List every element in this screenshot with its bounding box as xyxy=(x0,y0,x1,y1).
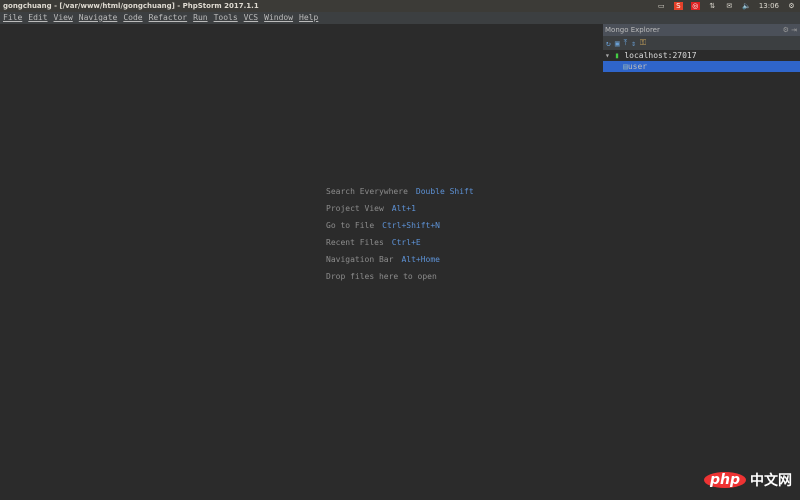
hide-panel-icon[interactable]: ⇥ xyxy=(791,26,797,34)
hint-search-everywhere: Search Everywhere Double Shift xyxy=(326,187,474,196)
stop-icon[interactable]: ▣ xyxy=(615,39,620,48)
menu-run[interactable]: Run xyxy=(193,12,207,24)
mail-icon[interactable]: ✉ xyxy=(725,2,734,10)
menu-bar: File Edit View Navigate Code Refactor Ru… xyxy=(0,12,800,24)
menu-file[interactable]: File xyxy=(3,12,22,24)
menu-code[interactable]: Code xyxy=(123,12,142,24)
settings-icon[interactable]: ⚙ xyxy=(783,26,789,34)
drop-files-hint: Drop files here to open xyxy=(326,272,437,281)
editor-empty-area[interactable] xyxy=(0,24,602,500)
menu-help[interactable]: Help xyxy=(299,12,318,24)
watermark-logo: php 中文网 xyxy=(703,470,792,490)
server-status-icon: ▮ xyxy=(614,51,620,60)
volume-icon[interactable]: 🔈 xyxy=(742,2,751,10)
tree-server-node[interactable]: ▾ ▮ localhost:27017 xyxy=(603,50,800,61)
menu-navigate[interactable]: Navigate xyxy=(79,12,118,24)
netease-music-icon[interactable]: ◎ xyxy=(690,2,700,10)
expand-arrow-icon[interactable]: ▾ xyxy=(605,51,610,60)
sogou-icon[interactable]: S xyxy=(673,2,683,10)
server-config-icon[interactable]: ⚿ xyxy=(640,38,646,48)
panel-title: Mongo Explorer xyxy=(605,26,660,34)
menu-vcs[interactable]: VCS xyxy=(244,12,258,24)
mongo-explorer-panel: Mongo Explorer ⚙ ⇥ ↻ ▣ ⤒ ⇕ ⚿ ▾ ▮ localhos… xyxy=(602,24,800,500)
clock[interactable]: 13:06 xyxy=(759,2,779,10)
tree-database-node[interactable]: ▤user xyxy=(603,61,800,72)
system-tray: ▭ S ◎ ⇅ ✉ 🔈 13:06 ⚙ xyxy=(657,0,796,12)
power-gear-icon[interactable]: ⚙ xyxy=(787,2,796,10)
server-tree: ▾ ▮ localhost:27017 ▤user xyxy=(603,50,800,500)
keyboard-icon[interactable]: ▭ xyxy=(657,2,666,10)
menu-edit[interactable]: Edit xyxy=(28,12,47,24)
menu-tools[interactable]: Tools xyxy=(214,12,238,24)
refresh-icon[interactable]: ↻ xyxy=(606,39,611,48)
network-icon[interactable]: ⇅ xyxy=(708,2,717,10)
expand-all-icon[interactable]: ⤒ xyxy=(624,38,628,48)
collapse-all-icon[interactable]: ⇕ xyxy=(631,39,636,48)
hint-go-to-file: Go to File Ctrl+Shift+N xyxy=(326,221,440,230)
window-title: gongchuang - [/var/www/html/gongchuang] … xyxy=(3,2,259,10)
hint-project-view: Project View Alt+1 xyxy=(326,204,416,213)
hint-navigation-bar: Navigation Bar Alt+Home xyxy=(326,255,440,264)
menu-refactor[interactable]: Refactor xyxy=(149,12,188,24)
menu-view[interactable]: View xyxy=(54,12,73,24)
hint-recent-files: Recent Files Ctrl+E xyxy=(326,238,421,247)
window-titlebar: gongchuang - [/var/www/html/gongchuang] … xyxy=(0,0,800,12)
menu-window[interactable]: Window xyxy=(264,12,293,24)
